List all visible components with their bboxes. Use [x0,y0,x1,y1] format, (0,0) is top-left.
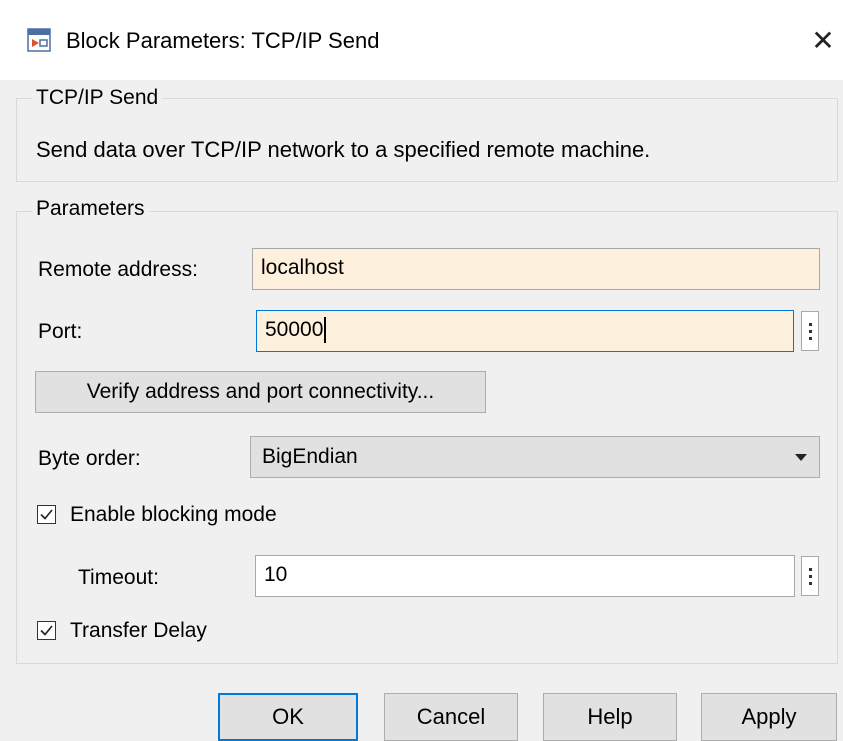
timeout-value: 10 [264,563,288,586]
window-title: Block Parameters: TCP/IP Send [66,28,380,53]
title-bar: Block Parameters: TCP/IP Send ✕ [0,0,843,80]
byte-order-value: BigEndian [262,445,358,468]
apply-button[interactable]: Apply [701,693,837,741]
blocking-mode-label[interactable]: Enable blocking mode [70,502,277,528]
remote-address-label: Remote address: [38,258,198,281]
chevron-down-icon [795,454,807,461]
port-value: 50000 [265,318,324,341]
help-button[interactable]: Help [543,693,677,741]
text-caret [324,317,327,344]
ok-button[interactable]: OK [218,693,358,741]
byte-order-label: Byte order: [38,447,141,470]
block-group-legend: TCP/IP Send [32,85,163,111]
timeout-label: Timeout: [78,566,159,589]
cancel-button[interactable]: Cancel [384,693,518,741]
remote-address-input[interactable]: localhost [252,248,820,290]
blocking-mode-checkbox[interactable] [37,505,56,524]
block-description: Send data over TCP/IP network to a speci… [36,137,651,162]
port-label: Port: [38,320,83,343]
checkmark-icon [40,625,53,636]
close-icon[interactable]: ✕ [808,24,838,58]
timeout-options-icon[interactable] [801,556,819,596]
byte-order-select[interactable]: BigEndian [250,436,820,478]
port-options-icon[interactable] [801,311,819,351]
remote-address-value: localhost [261,256,344,279]
timeout-input[interactable]: 10 [255,555,795,597]
verify-connectivity-button[interactable]: Verify address and port connectivity... [35,371,486,413]
transfer-delay-label[interactable]: Transfer Delay [70,618,207,644]
transfer-delay-checkbox[interactable] [37,621,56,640]
parameters-legend: Parameters [32,196,149,222]
port-input[interactable]: 50000 [256,310,794,352]
simulink-block-icon [27,28,51,52]
checkmark-icon [40,509,53,520]
